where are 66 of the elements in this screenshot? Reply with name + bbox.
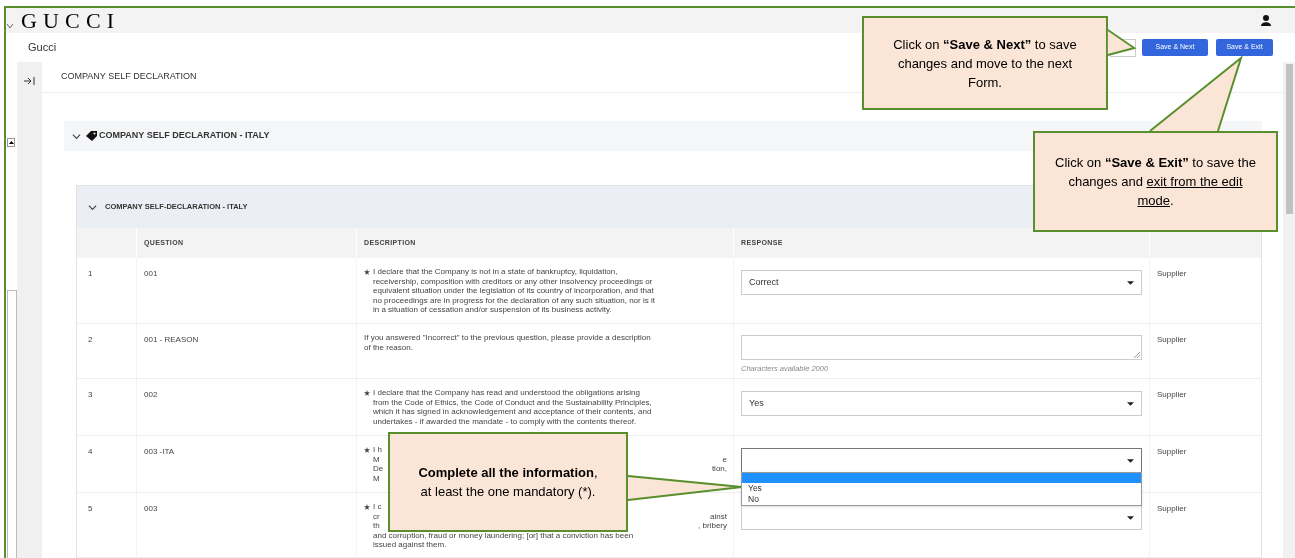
description-text: I declare that the Company is not in a state of bankruptcy, liquidation, — [373, 267, 618, 277]
user-icon[interactable] — [1261, 15, 1271, 26]
description-text: th — [373, 521, 380, 531]
description-text: De — [373, 464, 384, 474]
select-field[interactable]: Correct — [741, 270, 1142, 295]
dropdown-option[interactable]: Yes — [742, 483, 1141, 494]
question-code: 003 — [144, 504, 158, 513]
caret-icon — [1127, 458, 1134, 463]
description-text: equivalent situation under the legislation of its country of incorporation, and that — [373, 286, 654, 296]
owner-label: Supplier — [1157, 269, 1187, 278]
description-text: and corruption, fraud or money laundering; [or] that a conviction has been — [373, 530, 634, 540]
tag-icon — [86, 131, 97, 141]
description-text: undertakes - if awarded the mandate - to comply with the contents thereof. — [373, 416, 637, 426]
owner-label: Supplier — [1157, 504, 1187, 513]
description-text: , bribery — [698, 521, 727, 531]
row-number: 4 — [88, 447, 93, 456]
chevron-icon[interactable] — [72, 131, 81, 141]
description-text: M — [373, 473, 380, 483]
description-text: no proceedings are in progress for the declaration of any such situation, nor is it — [373, 295, 655, 305]
question-code: 001 — [144, 269, 158, 278]
breadcrumb[interactable]: Gucci — [28, 39, 57, 56]
question-code: 001 - REASON — [144, 335, 199, 344]
owner-label: Supplier — [1157, 447, 1187, 456]
description-text: from the Code of Ethics, the Code of Conduct and the Sustainability Principles, — [373, 397, 652, 407]
caret-icon — [1127, 515, 1134, 520]
description-text: cr — [373, 511, 380, 521]
question-code: 002 — [144, 390, 158, 399]
page-title: COMPANY SELF DECLARATION — [61, 70, 197, 84]
description-text: issued against them. — [373, 540, 447, 550]
scroll-up-button[interactable] — [7, 138, 15, 147]
owner-label: Supplier — [1157, 390, 1187, 399]
description-text: M — [373, 454, 380, 464]
section-title: COMPANY SELF DECLARATION - ITALY — [99, 129, 270, 143]
description-text: tion, — [711, 464, 727, 474]
owner-label: Supplier — [1157, 335, 1187, 344]
description-text: e — [722, 454, 727, 464]
description-text: ainst — [710, 511, 727, 521]
description-text: I c — [373, 502, 382, 512]
collapse-sidebar-icon[interactable] — [24, 76, 35, 86]
select-field[interactable]: Yes — [741, 391, 1142, 416]
scrollbar[interactable] — [1283, 62, 1295, 558]
description-text: of the reason. — [364, 342, 413, 352]
row-number: 2 — [88, 335, 93, 344]
callout-text: Complete all the information, at least the one mandatory (*). — [417, 464, 599, 501]
row-number: 3 — [88, 390, 93, 399]
caret-icon — [1127, 401, 1134, 406]
question-code: 003 -ITA — [144, 447, 175, 456]
description-text: which it has signed in acknowledgement and acceptance of their contents, and — [373, 407, 652, 417]
description-text: I declare that the Company has read and understood the obligations arising — [373, 388, 640, 398]
select-field[interactable] — [741, 448, 1142, 473]
brand-logo: GUCCI — [21, 9, 121, 32]
row-number: 1 — [88, 269, 93, 278]
up-arrow-icon — [8, 141, 14, 144]
caret-icon — [1127, 280, 1134, 285]
resize-handle-icon[interactable] — [1134, 352, 1140, 358]
callout-text: Click on “Save & Next” to save changes and move to the next Form. — [892, 35, 1078, 92]
description-text: If you answered "Incorrect" to the previous question, please provide a description — [364, 333, 651, 343]
chevron-icon[interactable] — [88, 202, 97, 212]
chevron-down-icon[interactable] — [7, 24, 13, 29]
description-text: I h — [373, 445, 382, 455]
row-number: 5 — [88, 504, 93, 513]
dropdown-option[interactable]: No — [742, 494, 1141, 505]
description-text: in a situation of cessation and/or suspension of its business activity. — [373, 305, 612, 315]
select-field[interactable] — [741, 505, 1142, 530]
textarea-field[interactable] — [741, 335, 1142, 360]
description-text: receivership, composition with creditors or any other insolvency proceedings or — [373, 276, 653, 286]
